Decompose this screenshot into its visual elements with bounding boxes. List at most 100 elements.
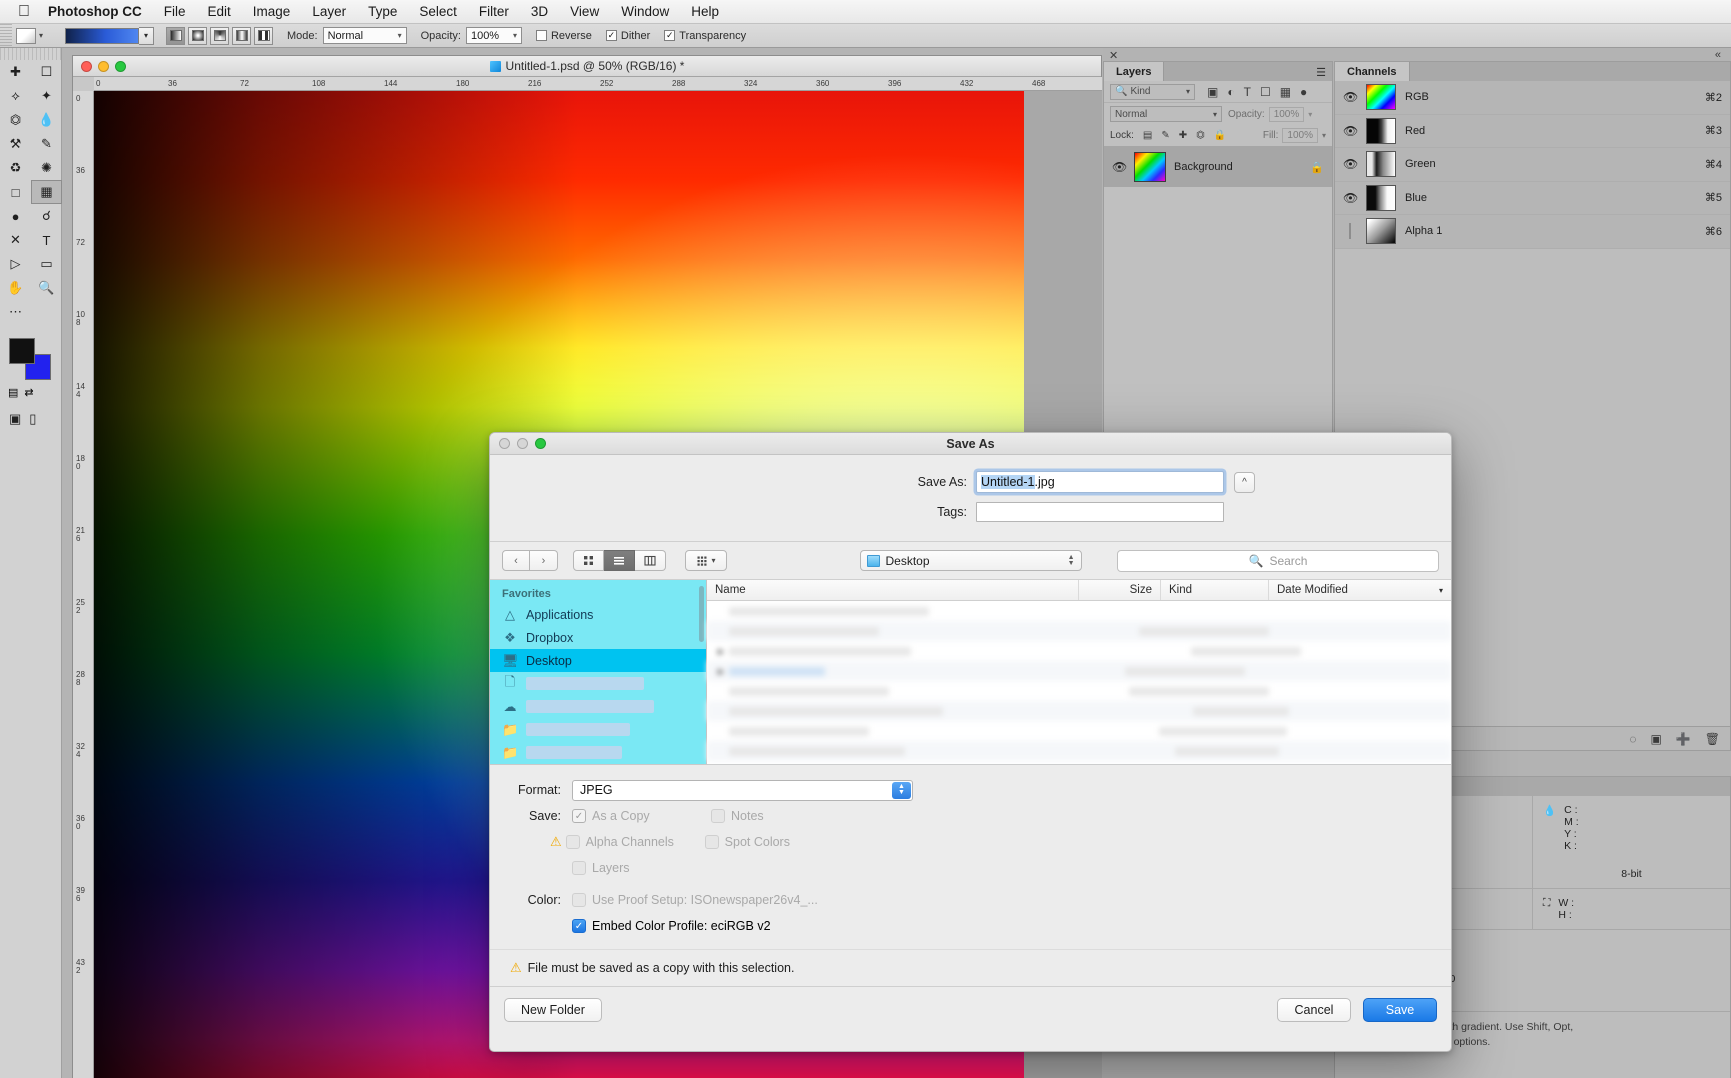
blend-mode-select[interactable]: Normal ▾ — [322, 27, 407, 44]
filter-toggle-icon[interactable]: ● — [1300, 85, 1307, 99]
filter-smart-object-icon[interactable]: ▦ — [1280, 85, 1291, 99]
reverse-checkbox[interactable]: Reverse — [535, 30, 592, 42]
format-select[interactable]: JPEG ▲ ▼ — [572, 779, 913, 801]
lock-image-pixels-icon[interactable]: ✎ — [1161, 130, 1169, 141]
opacity-input[interactable]: 100% ▾ — [465, 27, 522, 44]
icon-view-button[interactable] — [573, 550, 604, 571]
gradient-picker-chevron-icon[interactable]: ▾ — [139, 26, 155, 45]
screen-mode-icon[interactable]: ▯ — [29, 411, 36, 427]
layer-row-background[interactable]: 👁 Background 🔒 — [1104, 147, 1332, 187]
layer-opacity-value[interactable]: 100% — [1268, 106, 1305, 122]
expand-arrow-icon[interactable]: ▶ — [713, 667, 729, 676]
menu-item-select[interactable]: Select — [419, 4, 457, 19]
channel-row-rgb[interactable]: 👁 RGB ⌘2 — [1335, 81, 1730, 115]
channel-visibility-icon[interactable]: 👁 — [1343, 157, 1358, 171]
menu-item-filter[interactable]: Filter — [479, 4, 509, 19]
layer-filter-kind-select[interactable]: 🔍 Kind ▾ — [1110, 83, 1195, 100]
menu-item-view[interactable]: View — [570, 4, 599, 19]
location-popup-button[interactable]: Desktop ▲ ▼ — [859, 550, 1082, 571]
lock-artboard-icon[interactable]: ⏣ — [1196, 130, 1205, 141]
sidebar-item-folder-1[interactable]: 📁 — [490, 718, 706, 741]
blur-tool[interactable]: ● — [0, 204, 31, 228]
apple-logo-icon[interactable]:  — [18, 3, 30, 20]
lock-all-icon[interactable]: 🔒 — [1214, 130, 1226, 141]
table-row[interactable] — [707, 601, 1451, 621]
swap-colors-icon[interactable]: ⇄ — [24, 386, 33, 399]
gradient-radial-button[interactable] — [188, 26, 208, 45]
gradient-tool[interactable]: ▦ — [31, 180, 62, 204]
channel-visibility-icon[interactable]: 👁 — [1343, 124, 1358, 138]
column-header-size[interactable]: Size — [1079, 580, 1161, 600]
dither-checkbox[interactable]: Dither — [605, 30, 650, 42]
horizontal-ruler[interactable]: 0 36 72 108 144 180 216 252 288 324 360 396 432 468 — [94, 77, 1102, 91]
menu-item-file[interactable]: File — [164, 4, 186, 19]
lock-transparent-pixels-icon[interactable]: ▤ — [1143, 130, 1152, 141]
spot-colors-checkbox[interactable]: Spot Colors — [704, 835, 790, 849]
expand-browser-toggle[interactable]: ^ — [1234, 471, 1255, 493]
channel-visibility-icon[interactable]: 👁 — [1343, 90, 1358, 104]
delete-channel-icon[interactable]: 🗑 — [1705, 732, 1720, 746]
more-tools[interactable]: ⋯ — [0, 300, 31, 324]
table-row[interactable]: ▶ — [707, 661, 1451, 681]
rectangle-tool[interactable]: ▭ — [31, 252, 62, 276]
filter-adjustment-icon[interactable]: ◐ — [1227, 85, 1234, 99]
layer-visibility-icon[interactable]: 👁 — [1112, 160, 1127, 174]
table-row[interactable] — [707, 741, 1451, 761]
dialog-zoom-button[interactable] — [535, 438, 546, 449]
zoom-window-button[interactable] — [115, 61, 126, 72]
table-row[interactable] — [707, 681, 1451, 701]
menu-item-3d[interactable]: 3D — [531, 4, 548, 19]
sidebar-scrollbar[interactable] — [699, 586, 704, 642]
zoom-tool[interactable]: 🔍 — [31, 276, 62, 300]
magic-wand-tool[interactable]: ✦ — [31, 84, 62, 108]
filter-pixel-icon[interactable]: ▣ — [1207, 85, 1218, 99]
vertical-ruler[interactable]: 0 36 72 108 144 180 216 252 288 324 360 396 432 — [73, 91, 94, 1078]
healing-brush-tool[interactable]: ⚒ — [0, 132, 31, 156]
lock-position-icon[interactable]: ✚ — [1179, 130, 1187, 141]
document-titlebar[interactable]: Untitled-1.psd @ 50% (RGB/16) * — [73, 56, 1101, 77]
tools-panel-grip[interactable] — [0, 48, 61, 60]
table-row[interactable]: ▶ — [707, 641, 1451, 661]
tool-preset-chevron-icon[interactable]: ▾ — [39, 31, 43, 40]
menu-item-layer[interactable]: Layer — [312, 4, 346, 19]
menu-item-window[interactable]: Window — [621, 4, 669, 19]
menu-app-name[interactable]: Photoshop CC — [48, 4, 142, 19]
gradient-diamond-button[interactable] — [254, 26, 274, 45]
cancel-button[interactable]: Cancel — [1277, 998, 1351, 1022]
move-tool[interactable]: ✚ — [0, 60, 31, 84]
options-bar-grip[interactable] — [0, 23, 12, 48]
dialog-close-button[interactable] — [499, 438, 510, 449]
sidebar-item-desktop[interactable]: 🖥 Desktop — [490, 649, 706, 672]
channel-visibility-toggle[interactable] — [1343, 223, 1357, 240]
alpha-channels-checkbox[interactable]: Alpha Channels — [565, 835, 705, 849]
collapse-dock-icon[interactable]: « — [1715, 49, 1721, 61]
clone-stamp-tool[interactable]: ♻ — [0, 156, 31, 180]
pen-tool[interactable]: ✕ — [0, 228, 31, 252]
brush-tool[interactable]: ✎ — [31, 132, 62, 156]
transparency-checkbox[interactable]: Transparency — [664, 30, 746, 42]
eyedropper-tool[interactable]: 💧 — [31, 108, 62, 132]
column-header-kind[interactable]: Kind — [1161, 580, 1269, 600]
column-view-button[interactable] — [635, 550, 666, 571]
eraser-tool[interactable]: □ — [0, 180, 31, 204]
channel-row-green[interactable]: 👁 Green ⌘4 — [1335, 148, 1730, 182]
channel-row-alpha-1[interactable]: Alpha 1 ⌘6 — [1335, 215, 1730, 249]
tags-input[interactable] — [976, 502, 1224, 522]
crop-tool[interactable]: ⏣ — [0, 108, 31, 132]
filename-input[interactable]: Untitled-1 .jpg — [976, 471, 1224, 493]
save-button[interactable]: Save — [1363, 998, 1437, 1022]
channel-row-blue[interactable]: 👁 Blue ⌘5 — [1335, 181, 1730, 215]
quick-mask-icon[interactable]: ▣ — [9, 411, 21, 427]
embed-color-profile-checkbox[interactable]: Embed Color Profile: eciRGB v2 — [572, 919, 771, 933]
foreground-color-swatch[interactable] — [9, 338, 35, 364]
arrange-by-button[interactable]: ▾ — [685, 550, 727, 571]
panel-menu-icon[interactable]: ☰ — [1316, 66, 1326, 79]
tab-layers[interactable]: Layers — [1104, 62, 1165, 81]
history-brush-tool[interactable]: ✺ — [31, 156, 62, 180]
table-row[interactable] — [707, 621, 1451, 641]
filter-type-icon[interactable]: T — [1244, 85, 1251, 99]
save-selection-as-channel-icon[interactable]: ▣ — [1650, 732, 1661, 746]
expand-arrow-icon[interactable]: ▶ — [713, 647, 729, 656]
table-row[interactable] — [707, 721, 1451, 741]
sidebar-item-dropbox[interactable]: ❖ Dropbox — [490, 626, 706, 649]
